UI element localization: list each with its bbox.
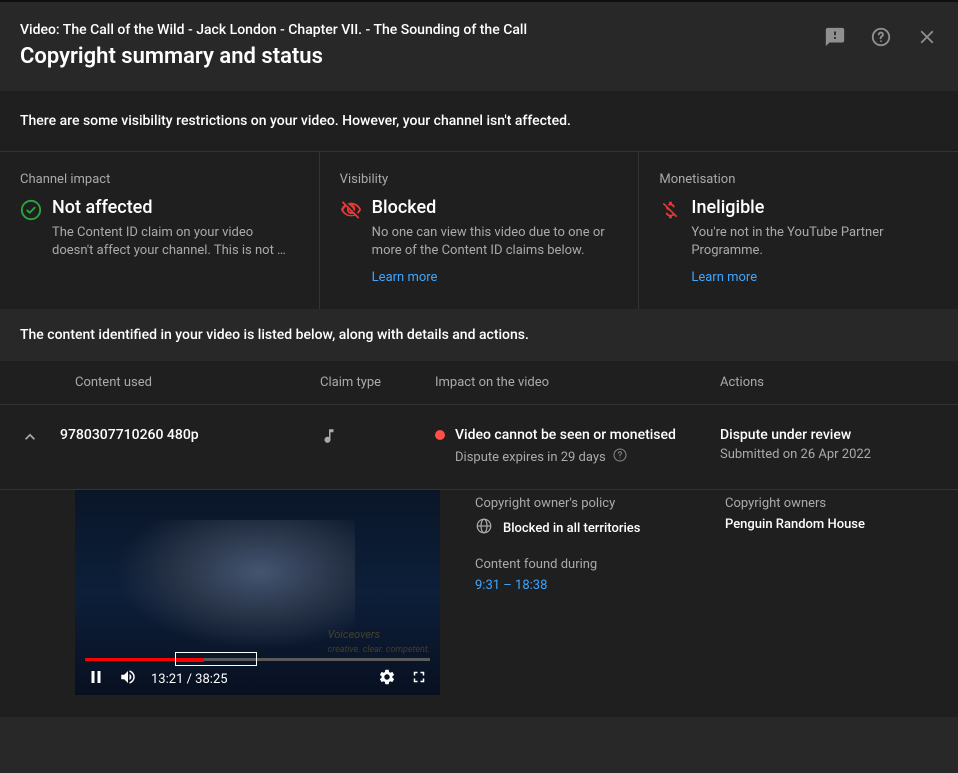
panel-status: Blocked: [372, 197, 612, 218]
detail-right-column: Copyright owners Penguin Random House: [725, 490, 958, 695]
settings-gear-icon[interactable]: [378, 668, 396, 690]
panel-desc: No one can view this video due to one or…: [372, 224, 612, 260]
video-watermark: Voiceovers creative. clear. competent.: [328, 628, 430, 655]
collapse-toggle[interactable]: [0, 427, 60, 447]
channel-impact-panel: Channel impact Not affected The Content …: [0, 152, 320, 309]
ineligible-dollar-icon: [659, 199, 681, 221]
th-impact: Impact on the video: [435, 375, 720, 390]
impact-subtitle: Dispute expires in 29 days: [455, 450, 606, 465]
panel-desc: The Content ID claim on your video doesn…: [52, 224, 292, 260]
policy-label: Copyright owner's policy: [475, 496, 725, 511]
restriction-notice: There are some visibility restrictions o…: [0, 91, 958, 152]
th-claim-type: Claim type: [320, 375, 435, 390]
visibility-panel: Visibility Blocked No one can view this …: [320, 152, 640, 309]
video-progress-bar[interactable]: [85, 658, 430, 661]
owners-value: Penguin Random House: [725, 517, 865, 532]
header-actions: [824, 22, 938, 52]
status-dot-icon: [435, 430, 445, 440]
volume-icon[interactable]: [119, 668, 137, 690]
breadcrumb: Video: The Call of the Wild - Jack Londo…: [20, 22, 527, 38]
blocked-eye-icon: [340, 199, 362, 221]
help-icon[interactable]: [870, 26, 892, 52]
header-text: Video: The Call of the Wild - Jack Londo…: [20, 22, 527, 69]
panel-desc: You're not in the YouTube Partner Progra…: [691, 224, 931, 260]
fullscreen-icon[interactable]: [410, 668, 428, 690]
content-timestamp-link[interactable]: 9:31 – 18:38: [475, 578, 725, 593]
impact-title: Video cannot be seen or monetised: [455, 427, 676, 443]
claim-detail: Voiceovers creative. clear. competent. 1…: [0, 490, 958, 717]
feedback-icon[interactable]: [824, 26, 846, 52]
panel-label: Channel impact: [20, 172, 299, 187]
player-controls: 13:21 / 38:25: [75, 663, 440, 695]
player-time: 13:21 / 38:25: [151, 672, 228, 687]
learn-more-link[interactable]: Learn more: [691, 270, 757, 285]
claims-intro: The content identified in your video is …: [0, 309, 958, 361]
page-title: Copyright summary and status: [20, 44, 527, 69]
info-icon[interactable]: [612, 447, 628, 467]
learn-more-link[interactable]: Learn more: [372, 270, 438, 285]
checkmark-icon: [20, 199, 42, 221]
claims-table-header: Content used Claim type Impact on the vi…: [0, 361, 958, 405]
th-actions: Actions: [720, 375, 958, 390]
chevron-up-icon: [20, 427, 40, 447]
video-thumbnail-art: [115, 520, 355, 650]
owners-label: Copyright owners: [725, 496, 958, 511]
found-label: Content found during: [475, 557, 725, 572]
status-panels: Channel impact Not affected The Content …: [0, 152, 958, 309]
dialog-header: Video: The Call of the Wild - Jack Londo…: [0, 2, 958, 91]
claim-type-cell: [320, 427, 435, 449]
pause-icon[interactable]: [87, 668, 105, 690]
globe-icon: [475, 517, 493, 539]
progress-played: [85, 658, 175, 661]
detail-left-column: Copyright owner's policy Blocked in all …: [440, 490, 725, 695]
close-icon[interactable]: [916, 26, 938, 52]
content-title: 9780307710260 480p: [60, 427, 320, 443]
panel-label: Monetisation: [659, 172, 938, 187]
th-content: Content used: [0, 375, 320, 390]
content-used-cell: 9780307710260 480p: [60, 427, 320, 443]
policy-value: Blocked in all territories: [503, 521, 640, 536]
claim-row: 9780307710260 480p Video cannot be seen …: [0, 405, 958, 490]
video-preview[interactable]: Voiceovers creative. clear. competent. 1…: [75, 490, 440, 695]
actions-cell: Dispute under review Submitted on 26 Apr…: [720, 427, 958, 462]
impact-cell: Video cannot be seen or monetised Disput…: [435, 427, 720, 467]
panel-status: Ineligible: [691, 197, 931, 218]
action-subtitle: Submitted on 26 Apr 2022: [720, 447, 958, 462]
panel-label: Visibility: [340, 172, 619, 187]
footer-spacer: [0, 717, 958, 773]
music-note-icon: [320, 433, 338, 449]
panel-status: Not affected: [52, 197, 292, 218]
action-title: Dispute under review: [720, 427, 958, 443]
monetisation-panel: Monetisation Ineligible You're not in th…: [639, 152, 958, 309]
